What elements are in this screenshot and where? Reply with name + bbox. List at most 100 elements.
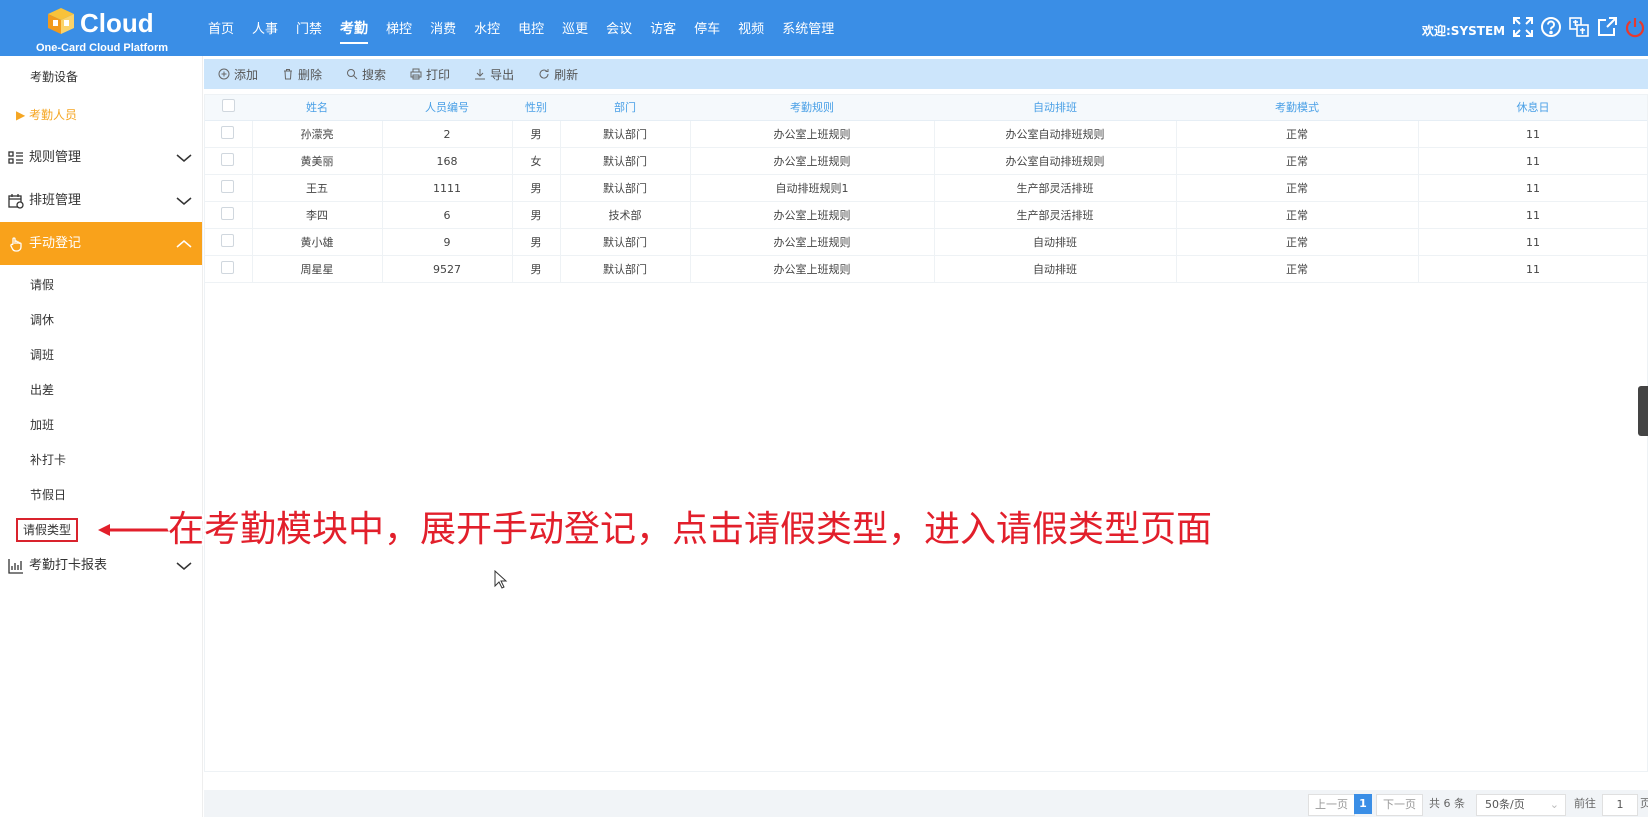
table-cell: 11	[1418, 201, 1648, 229]
checkbox[interactable]	[221, 180, 235, 193]
nav-meeting[interactable]: 会议	[606, 18, 632, 44]
print-button[interactable]: 打印	[410, 66, 450, 83]
sidebar-item-label: 考勤人员	[29, 108, 78, 122]
external-link-icon[interactable]	[1596, 16, 1618, 38]
column-header[interactable]: 自动排班	[934, 94, 1176, 121]
table-cell: 男	[512, 120, 561, 148]
next-page-button[interactable]: 下一页	[1376, 794, 1423, 816]
logo[interactable]: Cloud One-Card Cloud Platform	[36, 4, 176, 54]
sidebar-group-report[interactable]: 考勤打卡报表	[0, 548, 202, 584]
checkbox[interactable]	[221, 261, 235, 274]
table-cell: 技术部	[560, 201, 691, 229]
column-header[interactable]: 考勤模式	[1176, 94, 1418, 121]
table-cell: 黄小雄	[252, 228, 383, 256]
table-cell: 2	[382, 120, 513, 148]
nav-access[interactable]: 门禁	[296, 18, 322, 44]
power-icon[interactable]	[1624, 16, 1646, 38]
nav-parking[interactable]: 停车	[694, 18, 720, 44]
table-row[interactable]: 孙濛亮 2 男 默认部门 办公室上班规则 办公室自动排班规则 正常 11	[204, 120, 1648, 148]
nav-attendance[interactable]: 考勤	[340, 18, 369, 44]
search-button[interactable]: 搜索	[346, 66, 386, 83]
personnel-table: 姓名 人员编号 性别 部门 考勤规则 自动排班 考勤模式 休息日 孙濛亮 2 男…	[204, 94, 1648, 283]
sidebar-item-leave[interactable]: 请假	[0, 268, 202, 303]
help-icon[interactable]	[1540, 16, 1562, 38]
nav-home[interactable]: 首页	[208, 18, 234, 44]
sidebar-group-rules[interactable]: 规则管理	[0, 136, 202, 179]
nav-consumption[interactable]: 消费	[430, 18, 456, 44]
nav-patrol[interactable]: 巡更	[562, 18, 588, 44]
nav-hr[interactable]: 人事	[252, 18, 278, 44]
goto-page-input[interactable]: 1	[1602, 794, 1638, 816]
sidebar-group-label: 排班管理	[29, 193, 82, 208]
current-page[interactable]: 1	[1354, 794, 1372, 814]
sidebar-group-scheduling[interactable]: 排班管理	[0, 179, 202, 222]
table-row[interactable]: 周星星 9527 男 默认部门 办公室上班规则 自动排班 正常 11	[204, 255, 1648, 283]
delete-button[interactable]: 删除	[282, 66, 322, 83]
checkbox[interactable]	[221, 153, 235, 166]
sidebar-item-card-supplement[interactable]: 补打卡	[0, 443, 202, 478]
checkbox[interactable]	[221, 99, 235, 112]
checkbox[interactable]	[221, 126, 235, 139]
fullscreen-icon[interactable]	[1512, 16, 1534, 38]
column-header[interactable]: 姓名	[252, 94, 382, 121]
sidebar-item-time-off[interactable]: 调休	[0, 303, 202, 338]
row-checkbox-cell[interactable]	[204, 255, 253, 283]
table-cell: 正常	[1176, 255, 1419, 283]
sidebar-group-manual[interactable]: 手动登记	[0, 222, 202, 265]
page-size-select[interactable]: 50条/页 ⌄	[1476, 794, 1566, 816]
row-checkbox-cell[interactable]	[204, 228, 253, 256]
delete-label: 删除	[298, 67, 323, 82]
chevron-down-icon	[176, 562, 192, 570]
sidebar-group-label: 手动登记	[29, 236, 82, 251]
refresh-button[interactable]: 刷新	[538, 66, 578, 83]
nav-video[interactable]: 视频	[738, 18, 764, 44]
table-cell: 1111	[382, 174, 513, 202]
sidebar-item-business-trip[interactable]: 出差	[0, 373, 202, 408]
table-cell: 正常	[1176, 174, 1419, 202]
row-checkbox-cell[interactable]	[204, 120, 253, 148]
column-header[interactable]: 部门	[560, 94, 690, 121]
sidebar-group-label: 考勤打卡报表	[29, 558, 108, 573]
nav-electric[interactable]: 电控	[518, 18, 544, 44]
sidebar-item-devices[interactable]: 考勤设备	[0, 60, 202, 94]
table-cell: 正常	[1176, 201, 1419, 229]
table-row[interactable]: 黄美丽 168 女 默认部门 办公室上班规则 办公室自动排班规则 正常 11	[204, 147, 1648, 175]
checkbox[interactable]	[221, 207, 235, 220]
side-panel-handle[interactable]	[1638, 386, 1648, 436]
print-label: 打印	[426, 67, 451, 82]
add-button[interactable]: 添加	[218, 66, 258, 83]
table-row[interactable]: 黄小雄 9 男 默认部门 办公室上班规则 自动排班 正常 11	[204, 228, 1648, 256]
select-all-checkbox[interactable]	[204, 94, 252, 121]
search-icon	[347, 69, 358, 80]
table-row[interactable]: 王五 1111 男 默认部门 自动排班规则1 生产部灵活排班 正常 11	[204, 174, 1648, 202]
nav-visitor[interactable]: 访客	[650, 18, 676, 44]
sidebar-item-shift-swap[interactable]: 调班	[0, 338, 202, 373]
table-cell: 11	[1418, 255, 1648, 283]
nav-elevator[interactable]: 梯控	[386, 18, 412, 44]
column-header[interactable]: 考勤规则	[690, 94, 934, 121]
table-cell: 生产部灵活排班	[934, 174, 1177, 202]
nav-system[interactable]: 系统管理	[782, 18, 834, 44]
table-cell: 自动排班规则1	[690, 174, 935, 202]
export-button[interactable]: 导出	[474, 66, 514, 83]
table-cell: 11	[1418, 228, 1648, 256]
table-row[interactable]: 李四 6 男 技术部 办公室上班规则 生产部灵活排班 正常 11	[204, 201, 1648, 229]
mouse-cursor-icon	[494, 570, 508, 589]
sidebar-item-overtime[interactable]: 加班	[0, 408, 202, 443]
table-cell: 男	[512, 255, 561, 283]
column-header[interactable]: 性别	[512, 94, 560, 121]
row-checkbox-cell[interactable]	[204, 174, 253, 202]
welcome-text: 欢迎:SYSTEM	[1422, 24, 1506, 38]
checkbox[interactable]	[221, 234, 235, 247]
nav-water[interactable]: 水控	[474, 18, 500, 44]
row-checkbox-cell[interactable]	[204, 201, 253, 229]
prev-page-button[interactable]: 上一页	[1308, 794, 1355, 816]
row-checkbox-cell[interactable]	[204, 147, 253, 175]
sidebar-item-personnel[interactable]: ▶ 考勤人员	[0, 98, 202, 132]
table-cell: 李四	[252, 201, 383, 229]
column-header[interactable]: 休息日	[1418, 94, 1648, 121]
language-icon[interactable]	[1568, 16, 1590, 38]
sidebar: 考勤设备 ▶ 考勤人员 规则管理 排班管理 手动登记 请假 调休 调班 出差 加…	[0, 56, 203, 817]
column-header[interactable]: 人员编号	[382, 94, 512, 121]
table-cell: 孙濛亮	[252, 120, 383, 148]
